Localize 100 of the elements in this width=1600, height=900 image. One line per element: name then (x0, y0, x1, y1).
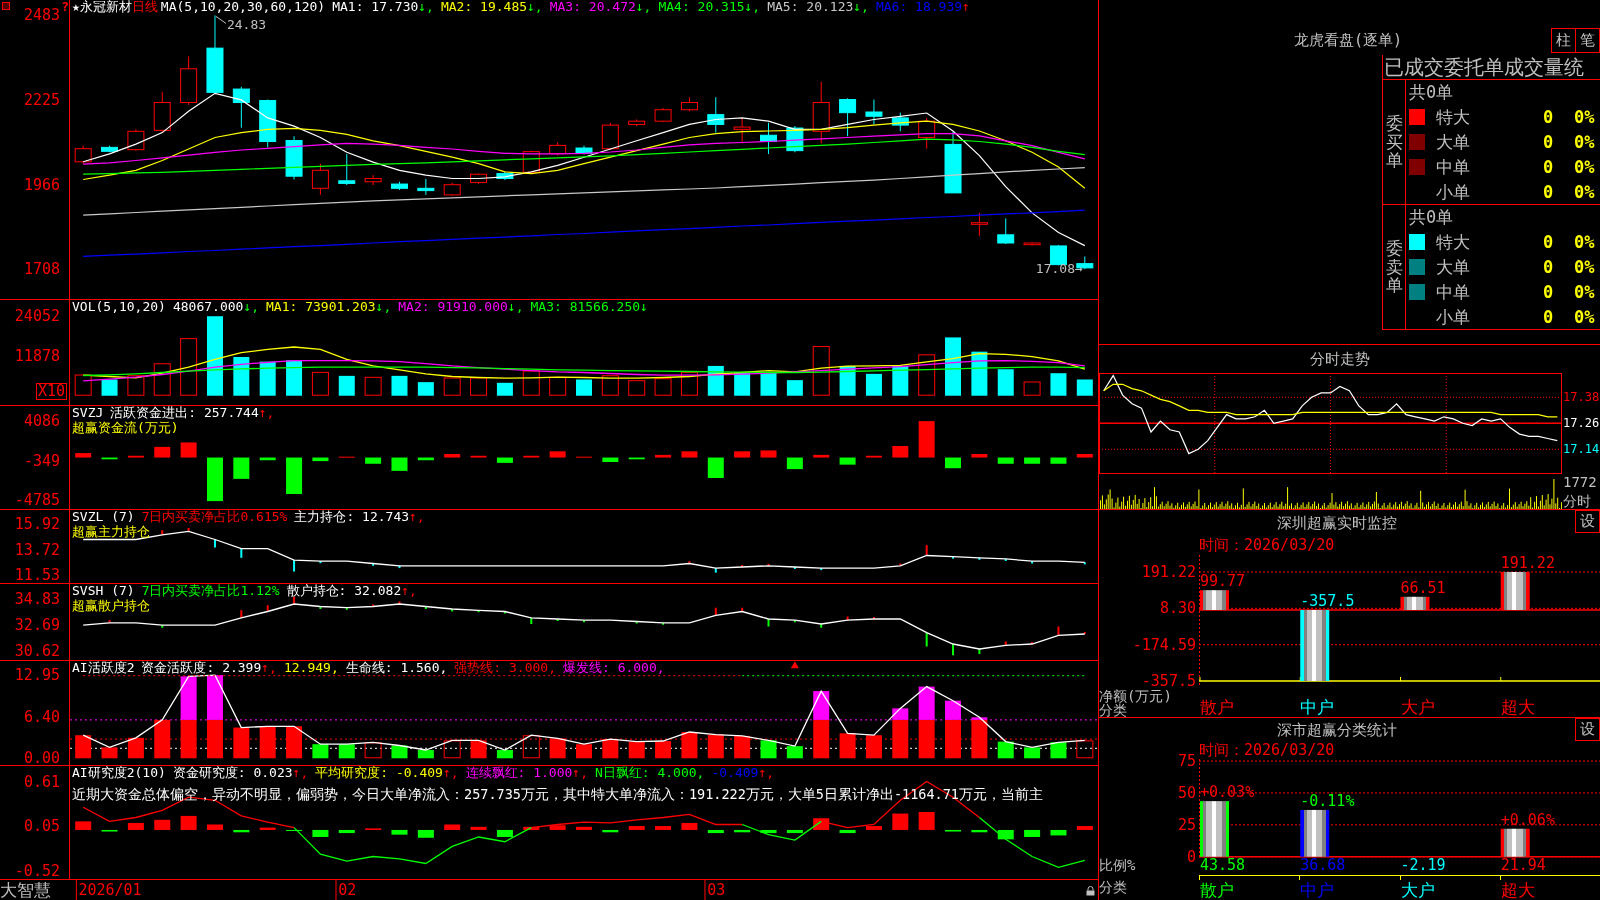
candle (601, 122, 619, 151)
trend-arrow: ↑, (409, 510, 425, 524)
order-share: 0% (1574, 156, 1596, 177)
change-mark (793, 566, 796, 569)
volume-bar (127, 375, 145, 396)
low-price-label: 17.08→ (1035, 261, 1083, 277)
legend-entry: N日飘红: 4.000, (595, 766, 705, 780)
period-label: 日线 (131, 0, 158, 14)
flow-bar (813, 454, 830, 458)
order-count: 0 (1543, 132, 1555, 152)
activity-bar (602, 739, 619, 759)
help-mark[interactable]: ? (61, 0, 69, 13)
change-mark (1004, 558, 1007, 561)
category-label: 散户 (1199, 698, 1235, 717)
candle (443, 182, 461, 197)
legend-entry: MA2: 91910.000 (398, 300, 508, 314)
change-mark (899, 563, 902, 566)
volume-bar (786, 380, 803, 396)
order-size-label: 小单 (1436, 181, 1471, 202)
research-bar (523, 826, 540, 830)
category-bar (1500, 828, 1530, 857)
candle (522, 150, 540, 175)
research-bar (549, 825, 566, 830)
research-bar (655, 826, 672, 830)
activity-bar (918, 686, 935, 720)
change-mark (952, 644, 955, 656)
activity-bar (681, 732, 698, 759)
square-icon[interactable] (2, 2, 10, 10)
order-total: 共0单 (1409, 207, 1455, 228)
volume-bar (654, 378, 672, 396)
flow-bar (444, 454, 461, 458)
trend-arrow: ↓, (243, 300, 260, 314)
volume-bar (971, 351, 988, 396)
indicator-name: AI研究度2(10) (72, 766, 166, 780)
research-bar (391, 829, 408, 835)
research-bar (444, 824, 461, 830)
volume-bar (180, 338, 198, 396)
change-mark (398, 601, 401, 604)
research-bar (918, 812, 935, 830)
settings-button[interactable]: 设 (1575, 510, 1600, 533)
change-mark (1004, 641, 1007, 646)
legend-entry: 主力持仓: 12.743 (294, 510, 410, 524)
high-price-label: 24.83 (226, 17, 267, 33)
mode-button[interactable]: 柱 (1551, 28, 1576, 53)
candle (944, 130, 962, 194)
trend-arrow: ↑, (292, 766, 309, 780)
category-bar (1500, 572, 1530, 610)
volume-bar (286, 360, 303, 396)
candle (865, 99, 883, 125)
candle (101, 145, 119, 153)
activity-bar (312, 744, 329, 759)
value-label: -2.19 (1399, 858, 1447, 873)
axis-label: 0.61 (23, 774, 60, 790)
order-share: 0% (1574, 306, 1596, 327)
flow-bar (602, 457, 619, 462)
research-bar (338, 829, 355, 834)
axis-label: 15.92 (14, 516, 60, 532)
trend-arrow: ↑, (258, 406, 275, 420)
mode-button[interactable]: 笔 (1575, 28, 1600, 53)
axis-title: 比例% (1099, 858, 1137, 873)
value-label: -357.5 (1300, 592, 1355, 609)
candle (391, 181, 408, 191)
indicator-name: MA(5,10,20,30,60,120) (160, 0, 326, 14)
candle (680, 96, 698, 112)
indicator-name: VOL(5,10,20) (72, 300, 166, 314)
research-bar (206, 824, 223, 830)
trend-arrow: ↑, (442, 766, 459, 780)
activity-bar (549, 738, 566, 759)
volume-bar (233, 356, 250, 396)
change-mark (714, 607, 717, 616)
category-label: 超大 (1499, 698, 1536, 717)
order-share: 0% (1574, 107, 1596, 128)
activity-bar (918, 719, 935, 759)
flow-bar (259, 457, 276, 461)
category-bar (1200, 801, 1229, 857)
lock-icon[interactable] (1086, 886, 1095, 896)
research-bar (971, 829, 988, 833)
category-bar (1200, 590, 1229, 610)
category-bar (1300, 610, 1330, 681)
volume-bar (812, 346, 830, 396)
change-mark (662, 622, 665, 625)
activity-bar (813, 691, 830, 720)
legend-entry: MA3: 81566.250 (530, 300, 641, 314)
order-size-label: 大单 (1436, 132, 1471, 152)
volume-bar (74, 374, 92, 396)
research-bar (496, 829, 513, 837)
flow-bar (286, 457, 303, 494)
axis-label: -0.52 (14, 863, 60, 879)
settings-button[interactable]: 设 (1575, 718, 1600, 741)
time-label: 时间：2026/03/20 (1199, 536, 1336, 554)
flow-bar (391, 457, 408, 471)
candle (364, 174, 382, 186)
trend-arrow: ↓ (640, 300, 648, 314)
activity-bar (576, 744, 592, 759)
change-mark (925, 632, 928, 647)
axis-label: 0 (1186, 849, 1196, 865)
candle (654, 107, 672, 123)
candle (180, 55, 198, 106)
leader-line (215, 15, 227, 24)
legend-entry: 7日内买卖净占比0.615% (141, 510, 288, 524)
